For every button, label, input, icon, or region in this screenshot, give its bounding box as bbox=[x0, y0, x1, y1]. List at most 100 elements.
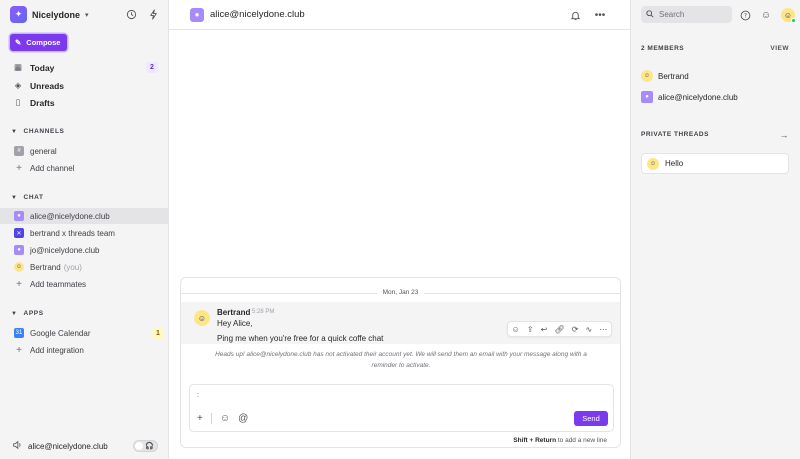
section-title: APPS bbox=[23, 310, 44, 317]
apps-header[interactable]: ▼ APPS bbox=[11, 310, 44, 317]
search-input[interactable]: Search bbox=[641, 6, 732, 23]
avatar: ☺ bbox=[14, 262, 24, 272]
send-button[interactable]: Send bbox=[574, 411, 608, 426]
divider bbox=[210, 413, 212, 424]
add-reaction-icon[interactable]: ☺ bbox=[512, 325, 520, 334]
nav-label: Today bbox=[30, 62, 55, 73]
add-teammates-button[interactable]: + Add teammates bbox=[14, 277, 164, 291]
nav-item-today[interactable]: ▦ Today 2 bbox=[13, 62, 158, 73]
composer-input[interactable]: : bbox=[197, 392, 199, 399]
channel-icon: # bbox=[14, 146, 24, 156]
section-title: CHAT bbox=[23, 194, 44, 201]
chat-label: Bertrand bbox=[30, 262, 61, 272]
chat-item-bertrand-threads[interactable]: ✕ bertrand x threads team bbox=[14, 226, 164, 240]
message-author: Bertrand bbox=[217, 308, 251, 317]
avatar: ● bbox=[14, 245, 24, 255]
conversation-title: alice@nicelydone.club bbox=[210, 9, 305, 20]
workspace-name: Nicelydone bbox=[32, 9, 81, 20]
chat-label: bertrand x threads team bbox=[30, 228, 115, 238]
hint-keys: Shift + Return bbox=[513, 437, 557, 444]
emoji-icon[interactable]: ☺ bbox=[220, 413, 230, 424]
user-avatar[interactable]: ☺ bbox=[781, 8, 796, 23]
plus-icon: + bbox=[16, 162, 22, 174]
bell-off-icon[interactable] bbox=[569, 9, 581, 21]
nav-item-unreads[interactable]: ◈ Unreads bbox=[13, 80, 158, 91]
help-icon[interactable]: ? bbox=[739, 9, 751, 21]
google-calendar-icon: 31 bbox=[14, 328, 24, 338]
activation-notice: Heads up! alice@nicelydone.club has not … bbox=[201, 350, 601, 371]
share-icon[interactable]: ⇪ bbox=[527, 325, 534, 334]
member-name: Bertrand bbox=[658, 71, 689, 81]
avatar: ☺ bbox=[647, 157, 659, 170]
channel-item-general[interactable]: # general bbox=[14, 144, 164, 158]
message-thread: Mon, Jan 23 ☺ Bertrand 5:28 PM Hey Alice… bbox=[180, 277, 621, 448]
view-members-link[interactable]: VIEW bbox=[770, 45, 789, 52]
add-label: Add integration bbox=[30, 345, 84, 355]
plus-icon: + bbox=[16, 278, 22, 290]
more-icon[interactable]: ••• bbox=[594, 9, 606, 21]
avatar: ● bbox=[190, 7, 204, 22]
link-icon[interactable]: 🔗︎ bbox=[554, 325, 564, 334]
sidebar-footer: alice@nicelydone.club 🎧 bbox=[0, 433, 168, 459]
day-label: Mon, Jan 23 bbox=[376, 289, 425, 296]
plus-icon[interactable]: + bbox=[197, 413, 203, 424]
member-name: alice@nicelydone.club bbox=[658, 92, 738, 102]
file-icon: ▯ bbox=[15, 97, 21, 107]
chat-item-jo[interactable]: ● jo@nicelydone.club bbox=[14, 243, 164, 257]
chat-label: alice@nicelydone.club bbox=[30, 211, 110, 221]
caret-down-icon: ▼ bbox=[11, 310, 18, 317]
compose-button[interactable]: ✎ Compose bbox=[10, 34, 67, 51]
section-title: CHANNELS bbox=[23, 128, 65, 135]
add-channel-button[interactable]: + Add channel bbox=[14, 161, 164, 175]
bolt-icon[interactable] bbox=[147, 8, 159, 20]
reply-icon[interactable]: ↩ bbox=[541, 325, 548, 334]
chat-header[interactable]: ▼ CHAT bbox=[11, 194, 44, 201]
pencil-icon: ✎ bbox=[15, 38, 22, 47]
mention-icon[interactable]: @ bbox=[238, 413, 248, 424]
huddle-toggle[interactable]: 🎧 bbox=[133, 440, 158, 452]
thread-icon[interactable]: ∿ bbox=[586, 325, 593, 334]
chevron-down-icon: ▾ bbox=[85, 11, 89, 19]
member-item[interactable]: ☺ Bertrand bbox=[641, 70, 689, 82]
avatar: ● bbox=[14, 211, 24, 221]
message-item[interactable]: ☺ Bertrand 5:28 PM Hey Alice, Ping me wh… bbox=[181, 302, 620, 344]
reminder-icon[interactable]: ⟳ bbox=[572, 325, 579, 334]
layers-icon: ◈ bbox=[14, 80, 22, 90]
message-text: Hey Alice, bbox=[217, 319, 253, 328]
arrow-right-icon[interactable]: → bbox=[780, 130, 790, 140]
workspace-logo: ✦ bbox=[10, 6, 27, 23]
more-icon[interactable]: ⋯ bbox=[599, 325, 607, 334]
thread-title: Hello bbox=[665, 159, 684, 168]
svg-text:?: ? bbox=[743, 12, 746, 19]
avatar: ☺ bbox=[641, 70, 653, 82]
workspace-switcher[interactable]: ✦ Nicelydone ▾ bbox=[10, 6, 89, 23]
chat-label: jo@nicelydone.club bbox=[30, 245, 100, 255]
count-badge: 1 bbox=[152, 327, 164, 339]
nav-item-drafts[interactable]: ▯ Drafts bbox=[13, 97, 158, 108]
online-status-dot bbox=[791, 18, 796, 23]
channels-header[interactable]: ▼ CHANNELS bbox=[11, 128, 64, 135]
notice-line: Heads up! alice@nicelydone.club has not … bbox=[215, 351, 587, 358]
private-threads-header: PRIVATE THREADS bbox=[641, 131, 709, 138]
add-integration-button[interactable]: + Add integration bbox=[14, 343, 164, 357]
toggle-knob bbox=[135, 442, 143, 450]
headphones-icon: 🎧 bbox=[145, 443, 154, 450]
compose-label: Compose bbox=[26, 38, 61, 47]
search-placeholder: Search bbox=[659, 10, 685, 19]
app-item-google-calendar[interactable]: 31 Google Calendar 1 bbox=[14, 326, 164, 340]
conversation-pane: ● alice@nicelydone.club ••• Mon, Jan 23 … bbox=[169, 0, 631, 459]
speaker-icon[interactable] bbox=[12, 440, 22, 452]
chat-item-bertrand[interactable]: ☺ Bertrand (you) bbox=[14, 260, 164, 274]
message-time: 5:28 PM bbox=[252, 309, 275, 315]
message-composer[interactable]: : + ☺ @ Send bbox=[189, 384, 614, 432]
thread-item[interactable]: ☺ Hello bbox=[641, 153, 789, 174]
calendar-icon: ▦ bbox=[13, 62, 23, 72]
composer-hint: Shift + Return to add a new line bbox=[513, 437, 607, 444]
history-icon[interactable] bbox=[125, 8, 137, 20]
hint-text: to add a new line bbox=[556, 437, 607, 444]
member-item[interactable]: ● alice@nicelydone.club bbox=[641, 91, 738, 103]
notice-line: reminder to activate. bbox=[371, 361, 431, 369]
members-header: 2 MEMBERS bbox=[641, 45, 685, 52]
chat-item-alice[interactable]: ● alice@nicelydone.club bbox=[0, 208, 168, 224]
add-reaction-icon[interactable]: ☺ bbox=[760, 9, 772, 21]
